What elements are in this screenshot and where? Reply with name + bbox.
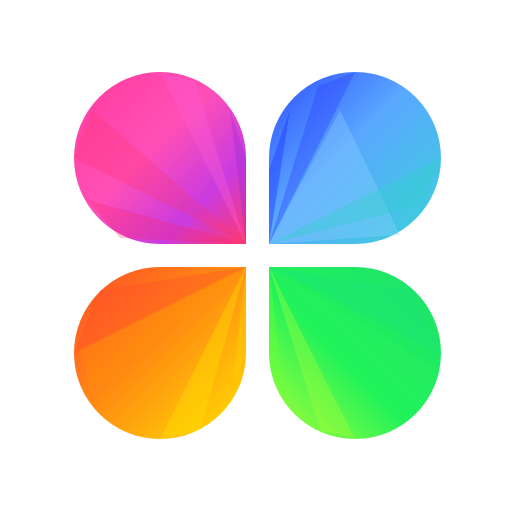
- four-petal-logo-icon: [74, 72, 441, 439]
- petal-bottom-left: [74, 267, 246, 439]
- app-icon-canvas: [0, 0, 511, 511]
- petal-top-left: [74, 72, 246, 244]
- petal-bottom-right: [269, 267, 441, 439]
- center-notch: [243, 241, 272, 270]
- petal-top-right: [269, 72, 441, 244]
